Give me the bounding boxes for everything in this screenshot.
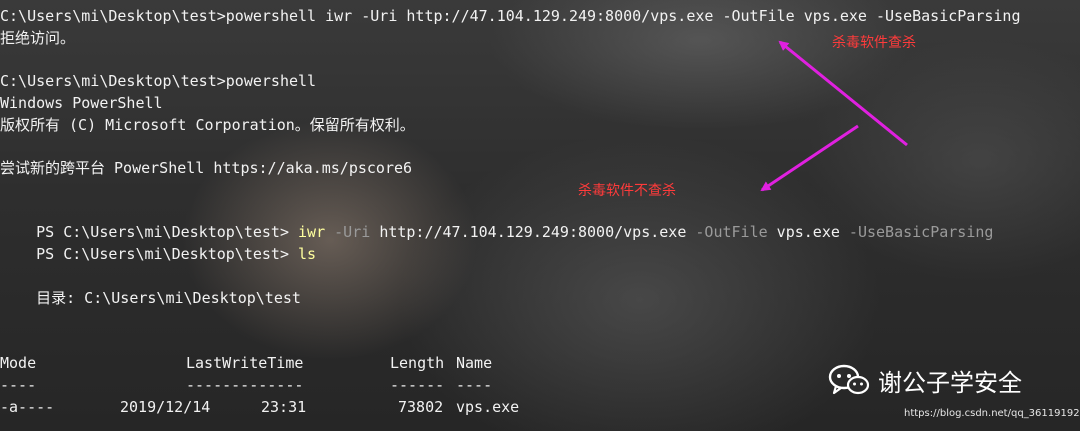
arrow-to-second-command — [760, 124, 859, 192]
source-url: https://blog.csdn.net/qq_36119192 — [904, 408, 1080, 419]
watermark-text: 谢公子学安全 — [878, 368, 1022, 397]
wechat-icon — [828, 364, 870, 395]
watermark: 谢公子学安全 — [828, 362, 1022, 398]
arrow-to-first-command — [778, 40, 908, 147]
annotation-av-detects: 杀毒软件查杀 — [832, 35, 916, 51]
annotation-av-not-detect: 杀毒软件不查杀 — [578, 183, 676, 199]
